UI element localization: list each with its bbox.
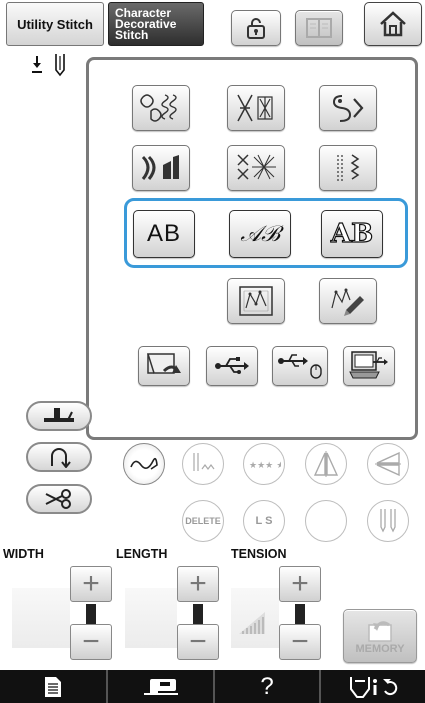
length-control: + − <box>177 566 219 664</box>
settings-page-icon <box>45 676 61 697</box>
pattern-category-scroll-button[interactable] <box>319 85 377 131</box>
repeat-stars-icon: ★★★ ★ <box>249 461 281 471</box>
sewing-machine-icon <box>143 678 178 695</box>
thread-icon <box>130 457 158 470</box>
memory-button[interactable]: MEMORY <box>343 609 417 663</box>
tab-character-decorative-stitch[interactable]: Character Decorative Stitch <box>108 2 204 46</box>
mirror-vertical-button[interactable] <box>305 443 347 485</box>
stitch-size-label: L S <box>255 515 273 527</box>
stitch-size-button[interactable]: L S <box>243 500 285 542</box>
length-label: LENGTH <box>116 547 168 561</box>
width-minus-button[interactable]: − <box>70 624 112 660</box>
cross-pattern-icon <box>237 94 273 122</box>
computer-icon <box>349 351 388 379</box>
memory-pocket-icon <box>368 621 392 642</box>
needle-up-down-icon <box>51 448 71 468</box>
blank-function-button[interactable] <box>305 500 347 542</box>
manual-button[interactable] <box>295 10 343 46</box>
width-label: WIDTH <box>3 547 44 561</box>
book-icon <box>306 18 332 38</box>
lock-icon <box>247 18 265 39</box>
single-stitch-button[interactable] <box>182 443 224 485</box>
my-custom-stitch-button[interactable] <box>227 278 285 324</box>
satin-pattern-icon <box>141 155 179 180</box>
needle-icon <box>32 54 65 77</box>
tension-label: TENSION <box>231 547 287 561</box>
presser-foot-icon <box>44 408 74 422</box>
crossstitch-pattern-icon <box>237 154 276 180</box>
tab-utility-label: Utility Stitch <box>17 16 93 32</box>
twin-needle-button[interactable] <box>367 500 409 542</box>
pattern-category-satin-button[interactable] <box>132 145 190 191</box>
tab-utility-stitch[interactable]: Utility Stitch <box>6 2 104 46</box>
my-custom-stitch-edit-button[interactable] <box>319 278 377 324</box>
custom-stitch-grid-icon <box>239 286 273 316</box>
mirror-horizontal-button[interactable] <box>367 443 409 485</box>
footer-machine-help-button[interactable] <box>106 670 213 703</box>
font-gothic-button[interactable]: AB <box>133 210 195 258</box>
needle-position-indicator <box>30 52 70 83</box>
font-script-button[interactable]: 𝒜ℬ <box>229 210 291 258</box>
floral-pattern-icon <box>140 94 177 122</box>
footer-settings-button[interactable] <box>0 670 106 703</box>
presser-foot-lifter-button[interactable] <box>26 401 92 431</box>
width-control: + − <box>70 566 112 664</box>
scissors-icon <box>45 489 71 509</box>
home-icon <box>380 11 406 37</box>
mirror-horizontal-icon <box>375 451 401 477</box>
pattern-category-cross-button[interactable] <box>227 85 285 131</box>
width-indicator-bar <box>86 604 96 624</box>
delete-button[interactable]: DELETE <box>182 500 224 542</box>
twin-needle-icon <box>380 509 396 533</box>
length-plus-button[interactable]: + <box>177 566 219 602</box>
usb-icon <box>215 357 249 374</box>
retrieve-from-computer-button[interactable] <box>343 346 395 386</box>
tension-level-icon <box>239 612 265 634</box>
lock-button[interactable] <box>231 10 281 46</box>
memory-label: MEMORY <box>355 643 405 655</box>
pattern-category-crossstitch-button[interactable] <box>227 145 285 191</box>
font-outline-label: AB <box>330 218 374 249</box>
pattern-category-floral-button[interactable] <box>132 85 190 131</box>
font-outline-button[interactable]: AB <box>321 210 383 258</box>
font-gothic-label: AB <box>146 220 181 247</box>
retrieve-from-usb-mouse-button[interactable] <box>272 346 328 386</box>
tension-control: + − <box>279 566 321 664</box>
help-icon: ? <box>260 672 274 700</box>
repeat-stitch-button[interactable]: ★★★ ★ <box>243 443 285 485</box>
length-indicator-bar <box>193 604 203 624</box>
footer-help-button[interactable]: ? <box>213 670 319 703</box>
mirror-vertical-icon <box>313 451 339 477</box>
home-button[interactable] <box>364 2 422 46</box>
usb-mouse-icon <box>278 354 322 379</box>
width-display <box>12 588 70 648</box>
retrieve-from-pocket-button[interactable] <box>138 346 190 386</box>
delete-label: DELETE <box>185 516 221 526</box>
width-plus-button[interactable]: + <box>70 566 112 602</box>
tension-indicator-bar <box>295 604 305 624</box>
tension-display <box>231 588 279 648</box>
custom-stitch-edit-icon <box>331 288 364 316</box>
font-script-label: 𝒜ℬ <box>240 221 280 247</box>
tab-character-line3: Stitch <box>115 27 149 42</box>
length-display <box>125 588 177 648</box>
single-stitch-icon <box>193 453 215 471</box>
pattern-category-vertical-button[interactable] <box>319 145 377 191</box>
footer-info-button[interactable] <box>319 670 425 703</box>
tension-plus-button[interactable]: + <box>279 566 321 602</box>
info-spool-icon <box>350 676 398 698</box>
svg-text:★★★ ★: ★★★ ★ <box>249 461 281 471</box>
length-minus-button[interactable]: − <box>177 624 219 660</box>
pocket-icon <box>146 353 181 374</box>
tension-minus-button[interactable]: − <box>279 624 321 660</box>
thread-tie-button[interactable] <box>123 443 165 485</box>
thread-cutter-button[interactable] <box>26 484 92 514</box>
retrieve-from-usb-button[interactable] <box>206 346 258 386</box>
vertical-pattern-icon <box>337 154 360 181</box>
thread-cutter-reverse-button[interactable] <box>26 442 92 472</box>
scroll-pattern-icon <box>332 95 364 122</box>
